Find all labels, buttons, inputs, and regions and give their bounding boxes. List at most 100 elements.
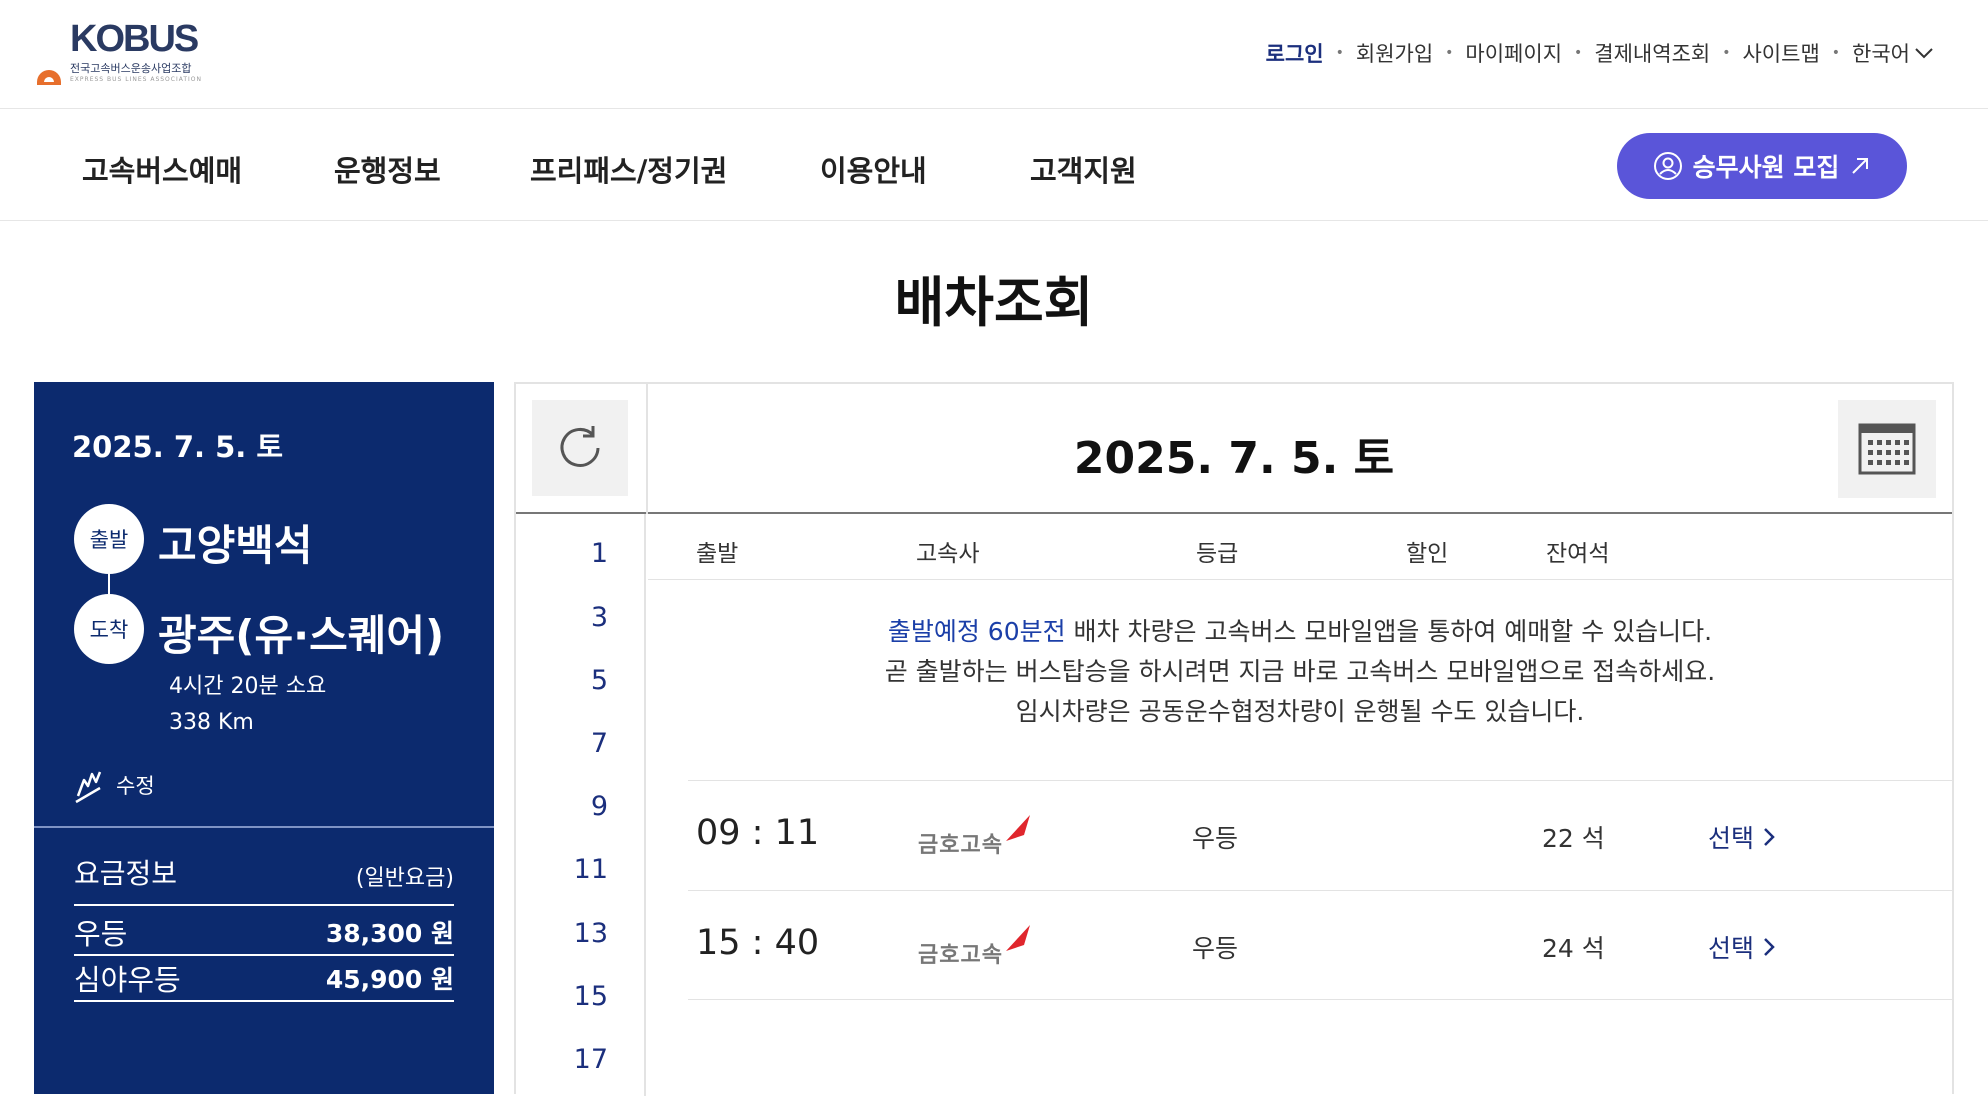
schedule-date-header: 2025. 7. 5. 토 — [516, 384, 1952, 514]
notice-highlight: 출발예정 60분전 — [887, 617, 1066, 646]
notice-line-3: 임시차량은 공동운수협정차량이 운행될 수도 있습니다. — [1015, 697, 1585, 726]
logo-subtitle: 전국고속버스운송사업조합 — [70, 62, 192, 75]
sitemap-link[interactable]: 사이트맵 — [1742, 38, 1819, 68]
hour-filter-item[interactable]: 9 — [516, 791, 646, 822]
hand-pen-icon — [75, 771, 102, 804]
hour-filter-item[interactable]: 5 — [516, 665, 646, 696]
chevron-down-icon — [1915, 48, 1933, 59]
panel-divider — [34, 826, 494, 828]
departure-time: 09 : 11 — [696, 813, 820, 853]
notice-line-1-text: 배차 차량은 고속버스 모바일앱을 통하여 예매할 수 있습니다. — [1065, 617, 1713, 646]
bus-schedule-row: 09 : 11 금호고속 우등 22 석 선택 — [688, 780, 1952, 890]
remaining-seats: 24 석 — [1542, 934, 1605, 963]
separator-dot: • — [1722, 45, 1731, 61]
col-discount: 할인 — [1406, 541, 1449, 567]
notice-line-2: 곧 출발하는 버스탑승을 하시려면 지금 바로 고속버스 모바일앱으로 접속하세… — [884, 657, 1716, 686]
recruit-label: 승무사원 모집 — [1692, 153, 1840, 182]
hour-filter-item[interactable]: 3 — [516, 602, 646, 633]
selected-date: 2025. 7. 5. 토 — [72, 430, 284, 464]
fare-price: 38,300 원 — [325, 919, 454, 948]
separator-dot: • — [1335, 45, 1344, 61]
bus-company-logo: 금호고속 — [918, 923, 1038, 968]
kumho-wing-icon — [1006, 925, 1030, 951]
schedule-date: 2025. 7. 5. 토 — [1073, 433, 1395, 484]
bus-grade: 우등 — [1192, 824, 1239, 853]
hour-filter-item[interactable]: 17 — [516, 1044, 646, 1075]
travel-duration: 4시간 20분 소요 — [169, 674, 327, 699]
payment-history-link[interactable]: 결제내역조회 — [1594, 38, 1710, 68]
nav-operation-info[interactable]: 운행정보 — [334, 148, 441, 190]
login-link[interactable]: 로그인 — [1266, 38, 1324, 68]
hour-filter-item[interactable]: 13 — [516, 918, 646, 949]
recruit-button[interactable]: 승무사원 모집 — [1617, 133, 1907, 199]
company-name: 금호고속 — [918, 943, 1003, 968]
calendar-button[interactable] — [1838, 400, 1936, 498]
fare-info-subtitle: (일반요금) — [355, 866, 454, 891]
separator-dot: • — [1574, 45, 1583, 61]
col-seats: 잔여석 — [1546, 541, 1610, 567]
refresh-icon — [560, 426, 600, 467]
fare-grade: 우등 — [74, 917, 128, 951]
hour-filter-column: 1 3 5 7 9 11 13 15 17 — [516, 514, 646, 1096]
mypage-link[interactable]: 마이페이지 — [1465, 38, 1562, 68]
hour-filter-item[interactable]: 11 — [516, 854, 646, 885]
chevron-right-icon — [1764, 828, 1775, 846]
nav-usage-guide[interactable]: 이용안내 — [820, 148, 927, 190]
nav-ticket-booking[interactable]: 고속버스예매 — [82, 148, 242, 190]
hour-filter-item[interactable]: 15 — [516, 981, 646, 1012]
notice-line-1: 출발예정 60분전 배차 차량은 고속버스 모바일앱을 통하여 예매할 수 있습… — [648, 612, 1952, 652]
bus-company-logo: 금호고속 — [918, 813, 1038, 858]
select-button[interactable]: 선택 — [1708, 819, 1776, 855]
col-company: 고속사 — [916, 541, 980, 567]
arrival-tag: 도착 — [74, 594, 144, 664]
kobus-logo[interactable]: KOBUS 전국고속버스운송사업조합 EXPRESS BUS LINES ASS… — [34, 18, 214, 88]
language-label: 한국어 — [1852, 42, 1910, 66]
arrival-terminal: 광주(유·스퀘어) — [158, 611, 445, 660]
edit-route-button[interactable]: 수정 — [74, 766, 155, 804]
departure-time: 15 : 40 — [696, 923, 820, 963]
external-arrow-icon — [1852, 158, 1869, 174]
nav-customer-support[interactable]: 고객지원 — [1030, 148, 1137, 190]
separator-dot: • — [1445, 45, 1454, 61]
fare-info-header: 요금정보 (일반요금) — [74, 852, 454, 906]
departure-tag: 출발 — [74, 504, 144, 574]
col-grade: 등급 — [1196, 541, 1239, 567]
schedule-table-header: 출발 고속사 등급 할인 잔여석 — [648, 514, 1952, 580]
edit-label: 수정 — [116, 774, 155, 798]
route-summary-panel: 2025. 7. 5. 토 출발 고양백석 도착 광주(유·스퀘어) 4시간 2… — [34, 382, 494, 1094]
remaining-seats: 22 석 — [1542, 824, 1605, 853]
logo-text: KOBUS — [70, 18, 199, 60]
fare-row: 심야우등 45,900 원 — [74, 956, 454, 1002]
booking-notice: 출발예정 60분전 배차 차량은 고속버스 모바일앱을 통하여 예매할 수 있습… — [648, 612, 1952, 732]
fare-row: 우등 38,300 원 — [74, 910, 454, 956]
travel-distance: 338 Km — [169, 710, 254, 735]
select-label: 선택 — [1708, 824, 1755, 853]
page-title: 배차조회 — [894, 271, 1094, 334]
join-link[interactable]: 회원가입 — [1356, 38, 1433, 68]
select-button[interactable]: 선택 — [1708, 929, 1776, 965]
departure-terminal: 고양백석 — [158, 521, 313, 570]
nav-freepass[interactable]: 프리패스/정기권 — [530, 148, 727, 190]
bus-schedule-row: 15 : 40 금호고속 우등 24 석 선택 — [688, 890, 1952, 1000]
select-label: 선택 — [1708, 934, 1755, 963]
col-departure: 출발 — [696, 541, 739, 567]
separator-dot: • — [1831, 45, 1841, 61]
refresh-button[interactable] — [532, 400, 628, 496]
logo-mark-icon — [37, 70, 61, 87]
company-name: 금호고속 — [918, 833, 1003, 858]
language-select[interactable]: 한국어 — [1852, 38, 1934, 68]
fare-price: 45,900 원 — [325, 965, 454, 994]
kumho-wing-icon — [1006, 815, 1030, 841]
fare-grade: 심야우등 — [74, 963, 181, 997]
bus-grade: 우등 — [1192, 934, 1239, 963]
chevron-right-icon — [1764, 938, 1775, 956]
user-circle-icon — [1653, 152, 1682, 180]
fare-info-title: 요금정보 — [74, 857, 178, 890]
hour-filter-item[interactable]: 1 — [516, 538, 646, 569]
logo-subtitle-en: EXPRESS BUS LINES ASSOCIATION — [70, 76, 203, 83]
utility-nav: 로그인 • 회원가입 • 마이페이지 • 결제내역조회 • 사이트맵 • 한국어 — [1266, 38, 1934, 68]
schedule-box: 2025. 7. 5. 토 1 3 5 7 9 11 13 15 17 출발 고… — [514, 382, 1954, 1096]
hour-filter-item[interactable]: 7 — [516, 728, 646, 759]
top-bar: KOBUS 전국고속버스운송사업조합 EXPRESS BUS LINES ASS… — [0, 0, 1988, 109]
calendar-icon — [1858, 423, 1916, 475]
